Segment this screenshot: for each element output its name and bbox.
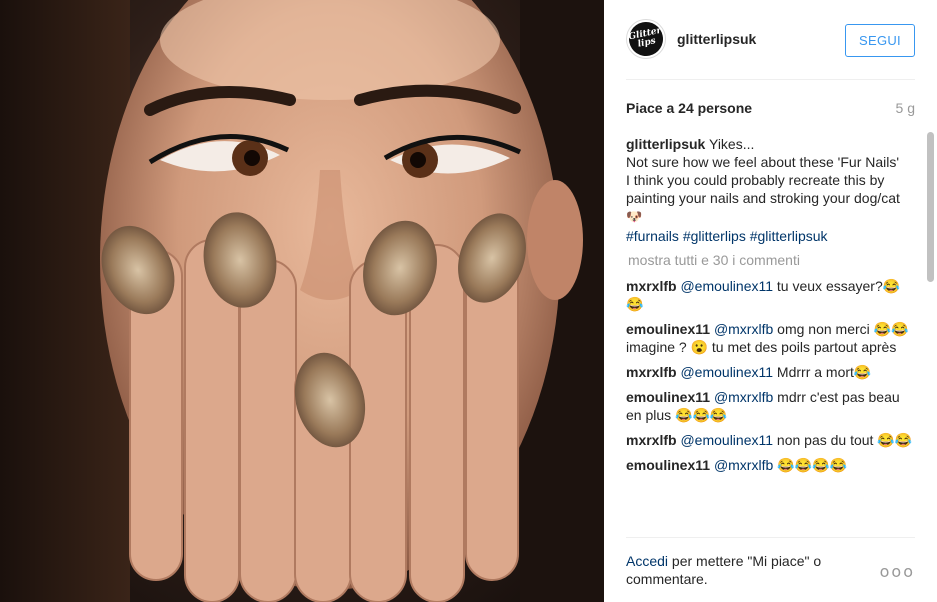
post-photo [0, 0, 604, 602]
comment-mention[interactable]: @mxrxlfb [714, 389, 773, 405]
comment-text: Mdrrr a mort😂 [776, 364, 872, 380]
comment-text: non pas du tout 😂😂 [776, 432, 913, 448]
load-more-comments-link[interactable]: mostra tutti e 30 i commenti [628, 251, 915, 269]
login-prompt: Accedi per mettere "Mi piace" o commenta… [626, 552, 866, 588]
comment-username[interactable]: emoulinex11 [626, 457, 710, 473]
comments-scrollbar[interactable] [927, 132, 934, 282]
post-caption: glitterlipsuk Yikes... Not sure how we f… [626, 135, 915, 245]
more-options-icon[interactable]: ooo [880, 562, 915, 581]
comment-username[interactable]: emoulinex11 [626, 321, 710, 337]
comment-item: mxrxlfb @emoulinex11 non pas du tout 😂😂 [626, 431, 915, 449]
comment-item: emoulinex11 @mxrxlfb 😂😂😂😂 [626, 456, 915, 474]
post-age[interactable]: 5 g [896, 100, 915, 116]
post-footer: Accedi per mettere "Mi piace" o commenta… [626, 537, 915, 602]
comment-mention[interactable]: @mxrxlfb [714, 457, 773, 473]
hashtag-link[interactable]: #glitterlipsuk [750, 228, 828, 244]
comment-text: 😂😂😂😂 [777, 457, 847, 473]
post-side-panel: Glitter lips glitterlipsuk SEGUI Piace a… [604, 0, 937, 602]
caption-hashtags: #furnails #glitterlips #glitterlipsuk [626, 227, 915, 245]
photo-illustration [0, 0, 604, 602]
comment-mention[interactable]: @emoulinex11 [680, 432, 773, 448]
login-link[interactable]: Accedi [626, 553, 668, 569]
caption-line-1: Yikes... [709, 136, 755, 152]
comment-item: emoulinex11 @mxrxlfb omg non merci 😂😂 im… [626, 320, 915, 356]
comments-list: glitterlipsuk Yikes... Not sure how we f… [626, 132, 915, 532]
comment-username[interactable]: mxrxlfb [626, 432, 677, 448]
post-author-username[interactable]: glitterlipsuk [677, 31, 756, 47]
hashtag-link[interactable]: #furnails [626, 228, 679, 244]
comment-username[interactable]: mxrxlfb [626, 278, 677, 294]
dog-emoji-icon: 🐶 [626, 210, 643, 225]
post-header: Glitter lips glitterlipsuk SEGUI [625, 0, 915, 80]
likes-row: Piace a 24 persone 5 g [626, 100, 915, 120]
likes-count[interactable]: Piace a 24 persone [626, 100, 752, 116]
caption-line-3: I think you could probably recreate this… [626, 171, 915, 227]
caption-username[interactable]: glitterlipsuk [626, 136, 705, 152]
comment-mention[interactable]: @emoulinex11 [680, 278, 773, 294]
avatar-logo: Glitter lips [625, 18, 667, 60]
comment-username[interactable]: emoulinex11 [626, 389, 710, 405]
comment-item: emoulinex11 @mxrxlfb mdrr c'est pas beau… [626, 388, 915, 424]
comment-mention[interactable]: @mxrxlfb [714, 321, 773, 337]
comment-item: mxrxlfb @emoulinex11 tu veux essayer?😂😂 [626, 277, 915, 313]
avatar[interactable]: Glitter lips [625, 18, 667, 60]
caption-line-2: Not sure how we feel about these 'Fur Na… [626, 154, 900, 170]
hashtag-link[interactable]: #glitterlips [683, 228, 746, 244]
caption-line-3-text: I think you could probably recreate this… [626, 172, 900, 206]
comment-mention[interactable]: @emoulinex11 [680, 364, 773, 380]
comment-item: mxrxlfb @emoulinex11 Mdrrr a mort😂 [626, 363, 915, 381]
comment-username[interactable]: mxrxlfb [626, 364, 677, 380]
follow-button[interactable]: SEGUI [845, 24, 915, 57]
